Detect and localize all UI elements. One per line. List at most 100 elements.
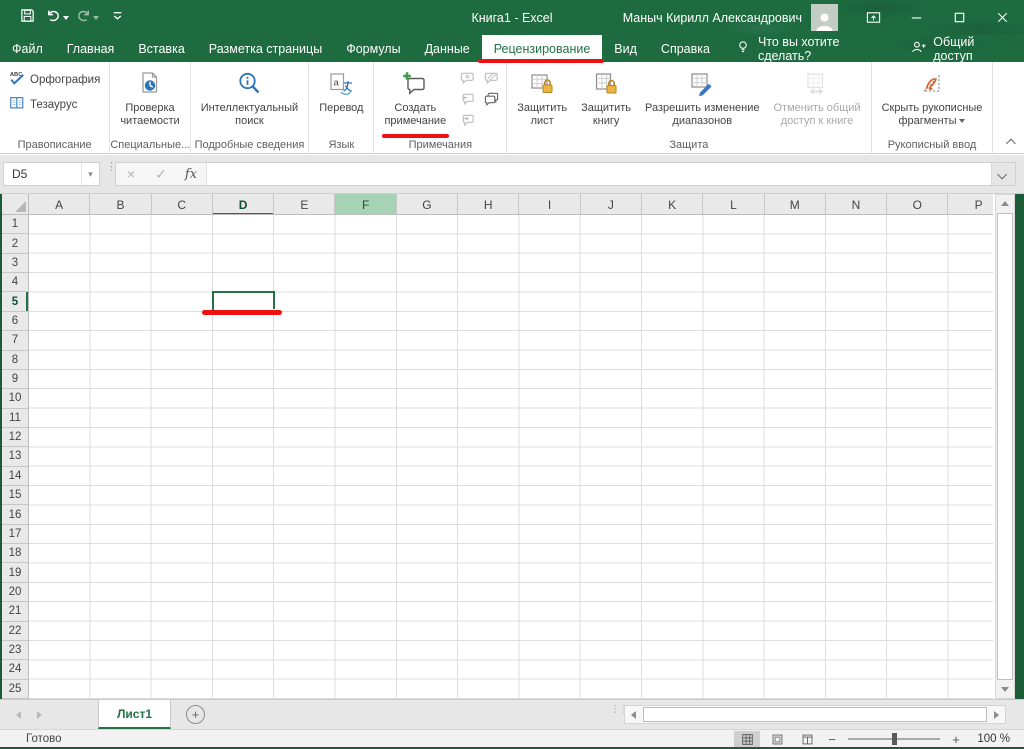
zoom-out-button[interactable]: − xyxy=(824,732,840,747)
ribbon-display-options-button[interactable] xyxy=(852,0,895,35)
sheet-tab-list1[interactable]: Лист1 xyxy=(98,700,171,729)
minimize-button[interactable] xyxy=(895,0,938,35)
button-spelling[interactable]: ABCОрфография xyxy=(3,68,106,91)
scroll-right-button[interactable] xyxy=(988,706,1005,723)
button-check-readability[interactable]: Проверка читаемости xyxy=(113,65,186,137)
zoom-slider-thumb[interactable] xyxy=(892,733,897,745)
ribbon-tab-data[interactable]: Данные xyxy=(413,35,482,62)
sheet-grid[interactable] xyxy=(29,215,993,699)
button-hide-ink[interactable]: Скрыть рукописные фрагменты xyxy=(875,65,990,137)
enter-entry-button[interactable]: ✓ xyxy=(146,163,176,185)
select-all-button[interactable] xyxy=(2,194,29,215)
formula-input[interactable] xyxy=(206,163,991,185)
horizontal-scroll-thumb[interactable] xyxy=(643,707,987,722)
zoom-level[interactable]: 100 % xyxy=(968,733,1010,745)
normal-view-button[interactable] xyxy=(734,731,760,748)
ribbon-tab-review[interactable]: Рецензирование xyxy=(482,35,603,62)
column-header-n[interactable]: N xyxy=(826,194,887,215)
row-header-15[interactable]: 15 xyxy=(2,486,29,505)
row-header-12[interactable]: 12 xyxy=(2,428,29,447)
button-thesaurus[interactable]: Тезаурус xyxy=(3,93,106,116)
column-header-j[interactable]: J xyxy=(581,194,642,215)
cancel-entry-button[interactable]: × xyxy=(116,163,146,185)
button-translate[interactable]: aПеревод xyxy=(312,65,370,137)
next-sheet-button[interactable] xyxy=(37,711,42,719)
row-header-13[interactable]: 13 xyxy=(2,447,29,466)
row-header-21[interactable]: 21 xyxy=(2,602,29,621)
column-header-k[interactable]: K xyxy=(642,194,703,215)
row-header-3[interactable]: 3 xyxy=(2,254,29,273)
collapse-ribbon-button[interactable] xyxy=(1001,136,1017,150)
insert-function-button[interactable]: fx xyxy=(176,163,206,185)
button-protect-workbook[interactable]: Защитить книгу xyxy=(574,65,638,137)
zoom-slider[interactable] xyxy=(848,738,940,740)
vertical-scroll-thumb[interactable] xyxy=(997,213,1013,680)
ribbon-tab-insert[interactable]: Вставка xyxy=(126,35,196,62)
column-header-b[interactable]: B xyxy=(90,194,151,215)
tell-me-box[interactable]: Что вы хотите сделать? xyxy=(722,35,893,62)
avatar[interactable] xyxy=(811,4,838,31)
page-layout-view-button[interactable] xyxy=(764,731,790,748)
button-unshare-workbook[interactable]: Отменить общий доступ к книге xyxy=(766,65,867,137)
row-header-14[interactable]: 14 xyxy=(2,467,29,486)
row-header-4[interactable]: 4 xyxy=(2,273,29,292)
row-header-20[interactable]: 20 xyxy=(2,583,29,602)
column-header-a[interactable]: A xyxy=(29,194,90,215)
row-header-22[interactable]: 22 xyxy=(2,622,29,641)
expand-formula-bar-button[interactable] xyxy=(991,163,1015,185)
row-header-8[interactable]: 8 xyxy=(2,351,29,370)
column-header-c[interactable]: C xyxy=(152,194,213,215)
button-allow-edit-ranges[interactable]: Разрешить изменение диапазонов xyxy=(638,65,766,137)
row-header-16[interactable]: 16 xyxy=(2,505,29,524)
new-sheet-button[interactable]: + xyxy=(186,705,205,724)
ribbon-tab-page-layout[interactable]: Разметка страницы xyxy=(197,35,334,62)
scroll-up-button[interactable] xyxy=(996,195,1014,212)
ribbon-tab-help[interactable]: Справка xyxy=(649,35,722,62)
column-header-i[interactable]: I xyxy=(519,194,580,215)
page-break-preview-button[interactable] xyxy=(794,731,820,748)
button-next-comment[interactable] xyxy=(455,111,479,132)
redo-button[interactable] xyxy=(74,6,100,30)
row-header-7[interactable]: 7 xyxy=(2,331,29,350)
column-header-h[interactable]: H xyxy=(458,194,519,215)
scroll-left-button[interactable] xyxy=(625,706,642,723)
share-button[interactable]: Общий доступ xyxy=(893,35,1024,62)
row-header-25[interactable]: 25 xyxy=(2,680,29,699)
close-button[interactable] xyxy=(981,0,1024,35)
row-header-6[interactable]: 6 xyxy=(2,312,29,331)
undo-button[interactable] xyxy=(44,6,70,30)
column-header-f[interactable]: F xyxy=(335,194,396,215)
row-header-1[interactable]: 1 xyxy=(2,215,29,234)
ribbon-tab-formulas[interactable]: Формулы xyxy=(334,35,412,62)
button-previous-comment[interactable] xyxy=(455,90,479,111)
previous-sheet-button[interactable] xyxy=(16,711,21,719)
row-header-11[interactable]: 11 xyxy=(2,409,29,428)
name-box[interactable]: D5 ▾ xyxy=(3,162,100,186)
row-header-19[interactable]: 19 xyxy=(2,563,29,582)
column-header-g[interactable]: G xyxy=(397,194,458,215)
column-header-p[interactable]: P xyxy=(948,194,993,215)
maximize-button[interactable] xyxy=(938,0,981,35)
row-header-17[interactable]: 17 xyxy=(2,525,29,544)
zoom-in-button[interactable]: + xyxy=(948,732,964,747)
customize-quick-access-button[interactable] xyxy=(104,6,130,30)
ribbon-tab-home[interactable]: Главная xyxy=(55,35,127,62)
column-header-d[interactable]: D xyxy=(213,194,274,215)
button-show-hide-comment[interactable] xyxy=(479,69,503,90)
row-header-18[interactable]: 18 xyxy=(2,544,29,563)
formula-bar-handle[interactable]: ⋮ xyxy=(106,164,112,184)
scroll-down-button[interactable] xyxy=(996,681,1014,698)
row-header-10[interactable]: 10 xyxy=(2,389,29,408)
save-button[interactable] xyxy=(14,6,40,30)
button-show-all-comments[interactable] xyxy=(479,90,503,111)
row-header-23[interactable]: 23 xyxy=(2,641,29,660)
button-protect-sheet[interactable]: Защитить лист xyxy=(510,65,574,137)
row-header-24[interactable]: 24 xyxy=(2,660,29,679)
column-header-e[interactable]: E xyxy=(274,194,335,215)
ribbon-tab-file[interactable]: Файл xyxy=(0,35,55,62)
button-new-comment[interactable]: Создать примечание xyxy=(377,65,453,137)
ribbon-tab-view[interactable]: Вид xyxy=(602,35,649,62)
column-header-o[interactable]: O xyxy=(887,194,948,215)
button-smart-lookup[interactable]: Интеллектуальный поиск xyxy=(194,65,305,137)
name-box-dropdown[interactable]: ▾ xyxy=(81,163,99,185)
